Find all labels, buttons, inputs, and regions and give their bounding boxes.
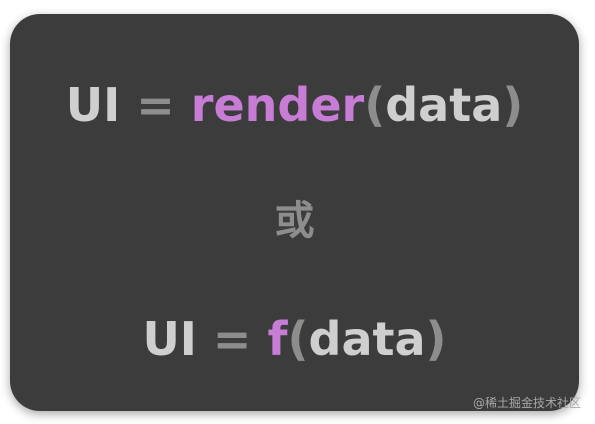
formula-close-paren: ): [502, 78, 524, 132]
formula-ui-label: UI: [65, 78, 121, 132]
formula-argument: data: [385, 78, 503, 132]
formula-open-paren: (: [287, 312, 309, 366]
formula-function-name: f: [267, 312, 288, 366]
formula-equals-sign: =: [212, 312, 252, 366]
page: UI = render(data) 或 UI = f(data) @稀土掘金技术…: [0, 0, 595, 424]
formula-function-name: render: [190, 78, 365, 132]
watermark: @稀土掘金技术社区: [472, 396, 581, 410]
formula-ui-label: UI: [142, 312, 197, 366]
formula-close-paren: ): [425, 312, 447, 366]
formula-equals-sign: =: [136, 78, 175, 132]
separator-or: 或: [274, 198, 315, 244]
formula-open-paren: (: [364, 78, 386, 132]
formula-render: UI = render(data): [10, 76, 579, 134]
formula-f: UI = f(data): [10, 310, 579, 368]
formula-card: UI = render(data) 或 UI = f(data): [10, 14, 579, 411]
formula-argument: data: [308, 312, 426, 366]
